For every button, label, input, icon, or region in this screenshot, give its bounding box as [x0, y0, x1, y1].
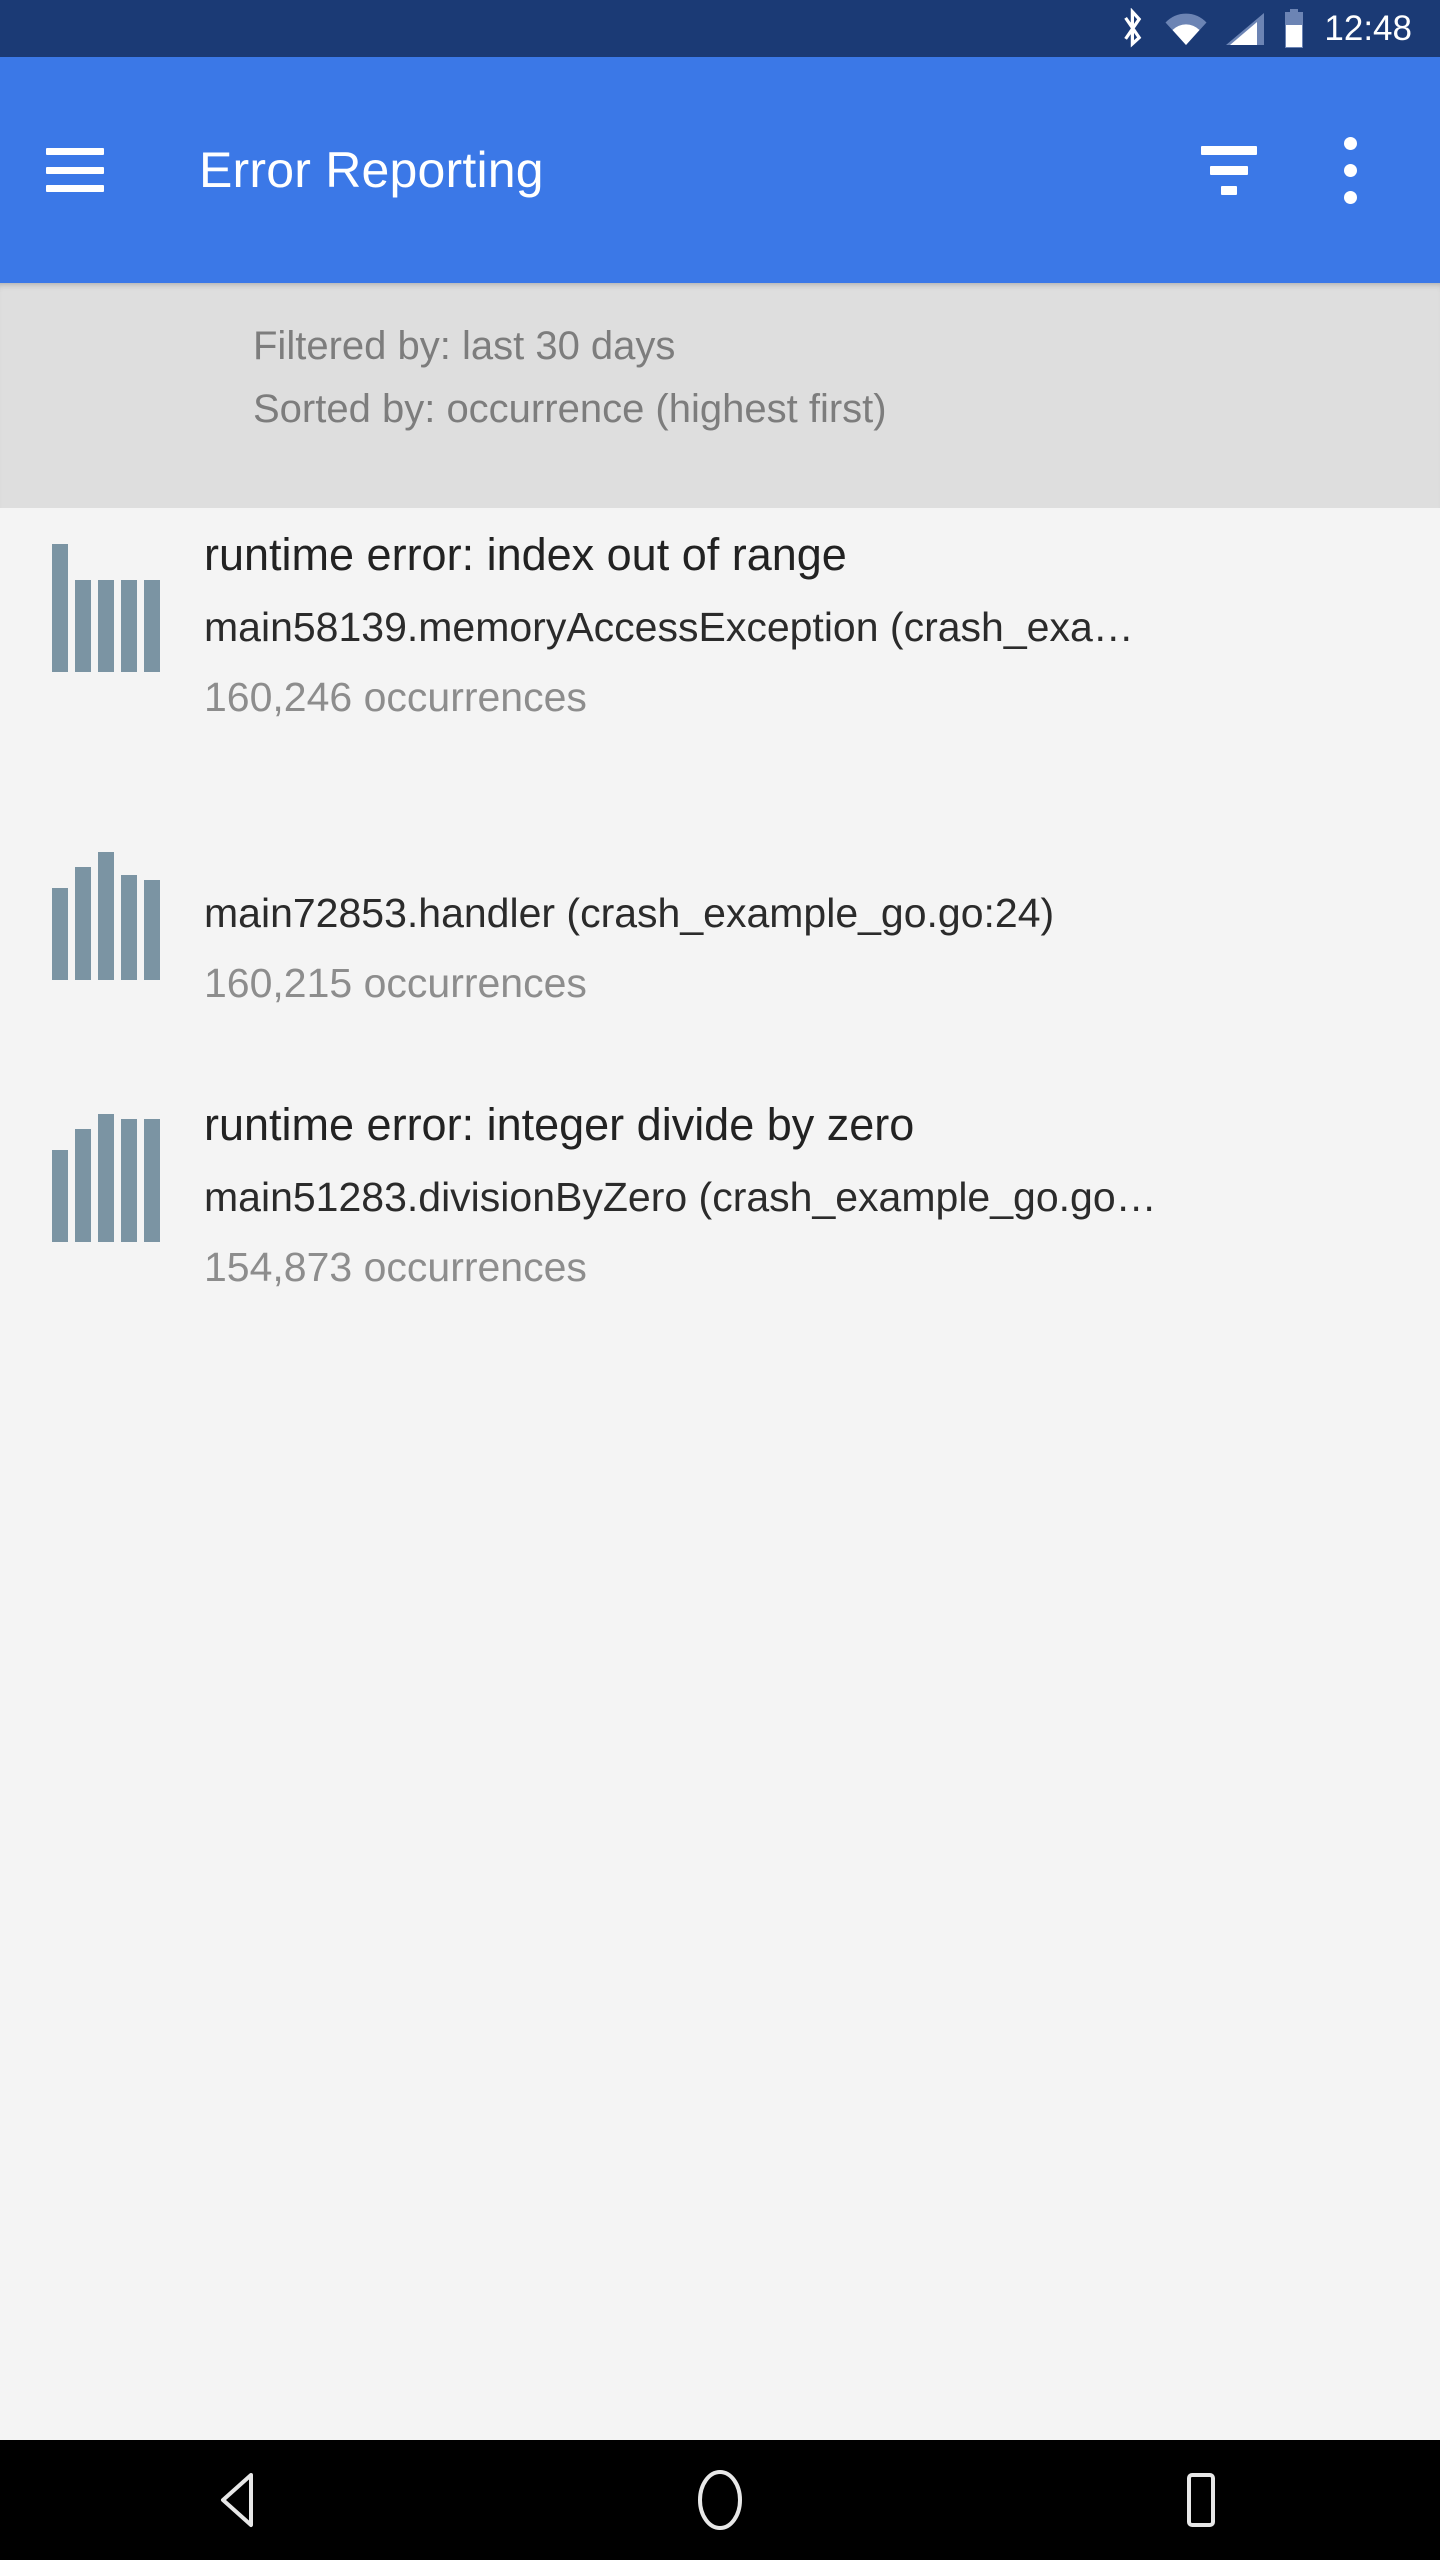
app-bar: Error Reporting [0, 57, 1440, 283]
back-triangle-icon[interactable] [175, 2440, 305, 2560]
status-bar: 12:48 [0, 0, 1440, 57]
sparkline-bar [121, 579, 137, 672]
sparkline-bar [144, 579, 160, 672]
sparkline-chart [52, 544, 160, 672]
app-bar-actions [1198, 135, 1440, 205]
cellular-signal-icon [1224, 12, 1266, 46]
home-circle-icon[interactable] [655, 2440, 785, 2560]
page-title: Error Reporting [199, 142, 544, 198]
sparkline-bar [75, 579, 91, 672]
sparkline-bar [98, 1114, 114, 1242]
android-navigation-bar [0, 2440, 1440, 2560]
bluetooth-icon [1118, 7, 1148, 50]
error-location: main58139.memoryAccessException (crash_e… [204, 604, 1134, 650]
battery-icon [1282, 8, 1306, 49]
sparkline-bar [98, 852, 114, 980]
sparkline-chart [52, 1114, 160, 1242]
wifi-icon [1164, 12, 1208, 46]
sparkline-bar [52, 1149, 68, 1242]
list-item[interactable]: runtime error: index out of range main58… [0, 508, 1440, 768]
error-occurrences: 154,873 occurrences [204, 1244, 587, 1290]
sparkline-bar [75, 867, 91, 980]
list-item-text: main72853.handler (crash_example_go.go:2… [204, 816, 1400, 1018]
android-screen: 12:48 Error Reporting Filtered by: last … [0, 0, 1440, 2560]
hamburger-menu-icon[interactable] [46, 148, 104, 192]
status-bar-clock: 12:48 [1324, 9, 1412, 48]
error-location: main51283.divisionByZero (crash_example_… [204, 1174, 1157, 1220]
error-title: runtime error: index out of range [204, 529, 847, 580]
list-item[interactable]: runtime error: integer divide by zero ma… [0, 1028, 1440, 1302]
sparkline-bar [144, 880, 160, 980]
sorted-by-label: Sorted by: occurrence (highest first) [253, 387, 887, 431]
error-occurrences: 160,246 occurrences [204, 674, 587, 720]
error-title: runtime error: integer divide by zero [204, 1099, 915, 1150]
sparkline-bar [52, 887, 68, 980]
sparkline-bar [144, 1119, 160, 1242]
sparkline-bar [121, 875, 137, 980]
recents-square-icon[interactable] [1135, 2440, 1265, 2560]
filter-icon[interactable] [1198, 139, 1260, 201]
sparkline-bar [52, 544, 68, 672]
filtered-by-label: Filtered by: last 30 days [253, 324, 676, 368]
overflow-menu-icon[interactable] [1322, 135, 1378, 205]
list-item-text: runtime error: integer divide by zero ma… [204, 1078, 1400, 1302]
sparkline-bar [121, 1119, 137, 1242]
filter-info-bar: Filtered by: last 30 days Sorted by: occ… [0, 283, 1440, 508]
sparkline-bar [98, 579, 114, 672]
error-location: main72853.handler (crash_example_go.go:2… [204, 890, 1055, 936]
error-occurrences: 160,215 occurrences [204, 960, 587, 1006]
list-item-text: runtime error: index out of range main58… [204, 508, 1400, 732]
sparkline-bar [75, 1129, 91, 1242]
error-list: runtime error: index out of range main58… [0, 508, 1440, 1302]
status-bar-icons [1118, 7, 1306, 50]
list-item[interactable]: main72853.handler (crash_example_go.go:2… [0, 768, 1440, 1028]
sparkline-chart [52, 852, 160, 980]
